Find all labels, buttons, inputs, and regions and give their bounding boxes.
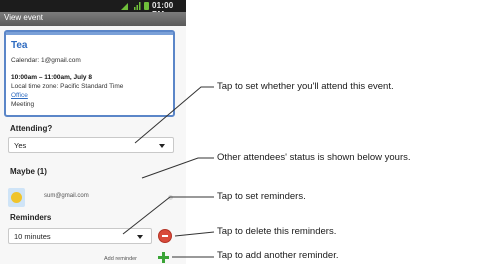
callout-attendees: Other attendees' status is shown below y… [217, 152, 411, 163]
callout-delete-reminder: Tap to delete this reminders. [217, 226, 337, 237]
callout-reminders: Tap to set reminders. [217, 191, 306, 202]
callout-leader-lines [122, 86, 215, 258]
leader-line-reminders [122, 196, 214, 235]
callout-attending: Tap to set whether you'll attend this ev… [217, 81, 394, 92]
leader-line-attending [134, 86, 214, 144]
callout-add-reminder: Tap to add another reminder. [217, 250, 339, 261]
leader-line-attendees [141, 157, 214, 179]
leader-line-remove [174, 231, 215, 237]
